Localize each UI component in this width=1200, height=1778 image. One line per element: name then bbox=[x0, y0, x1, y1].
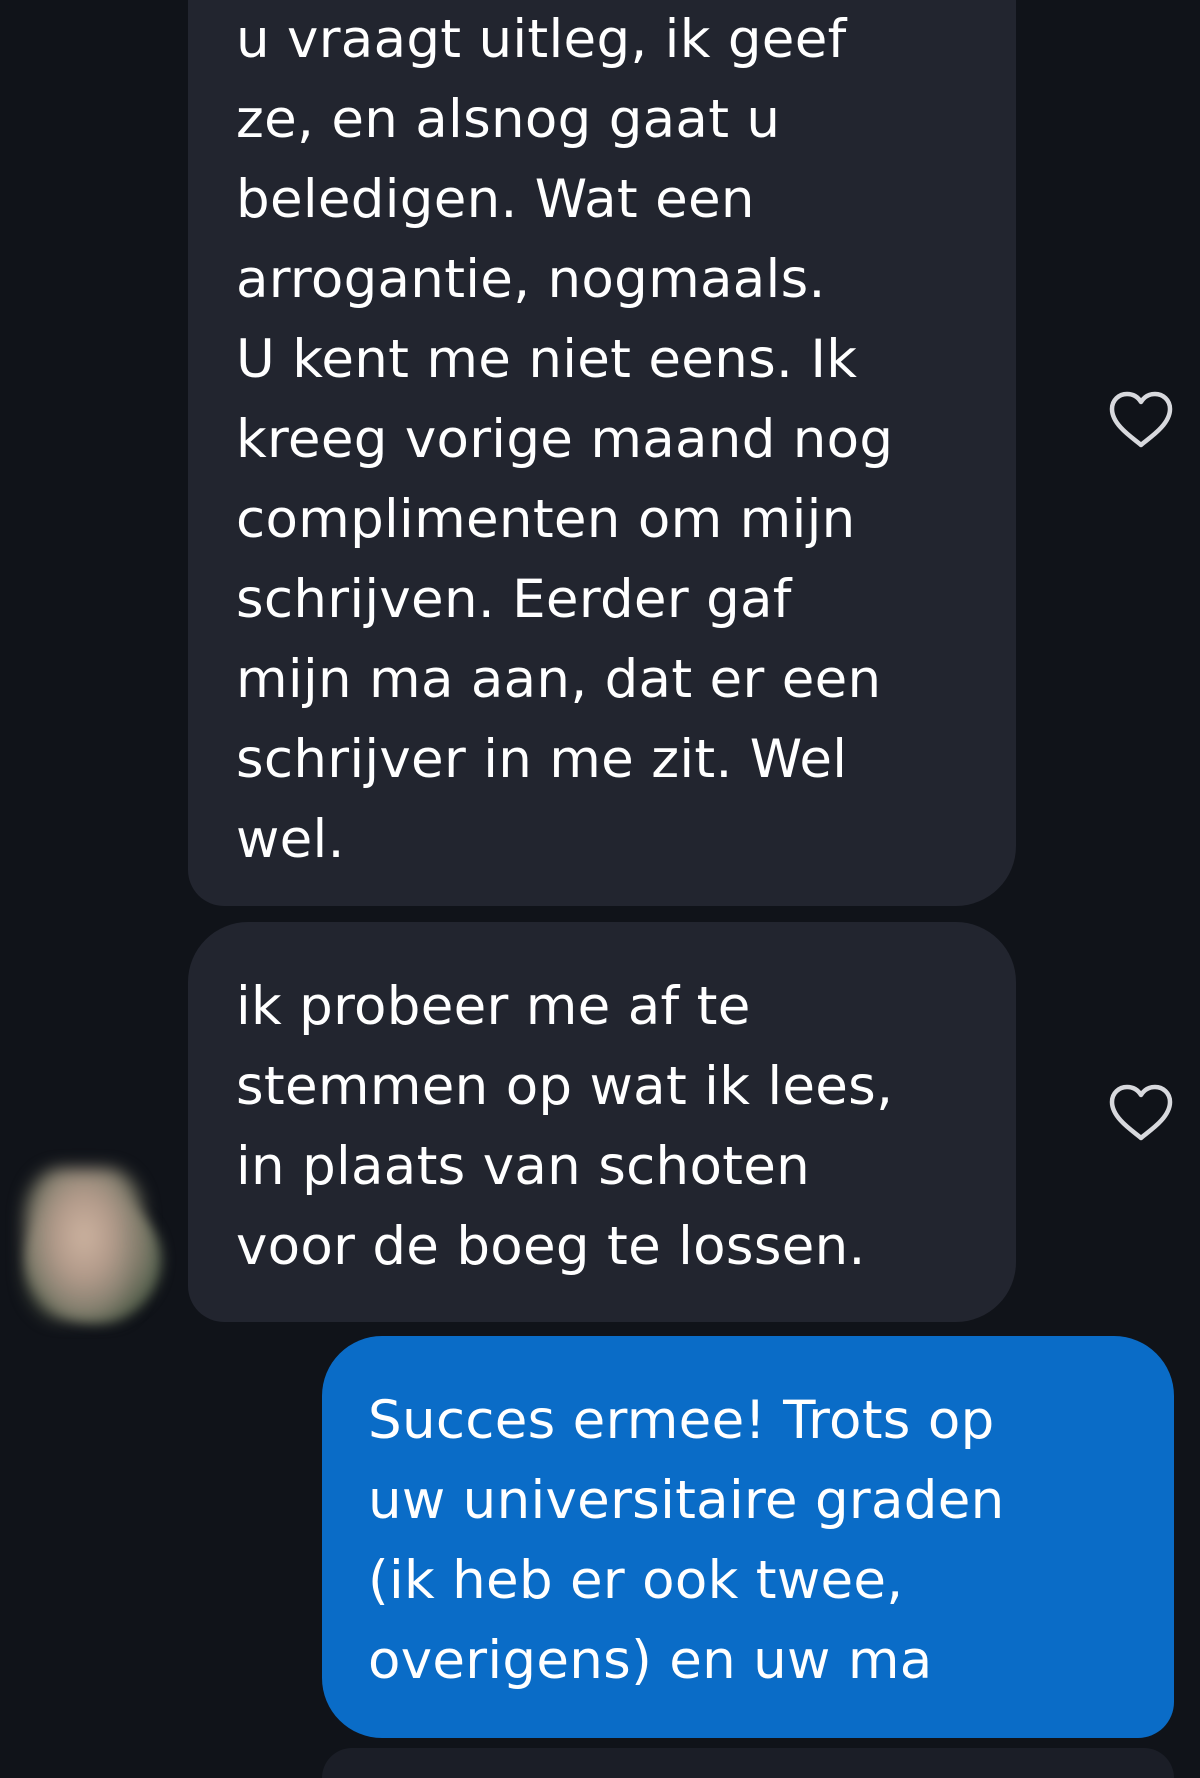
message-line: U kent me niet eens. Ik bbox=[236, 329, 858, 390]
message-line: ik probeer me af te bbox=[236, 976, 751, 1037]
heart-outline-icon[interactable] bbox=[1108, 390, 1174, 450]
message-line: schrijven. Eerder gaf bbox=[236, 569, 792, 630]
message-line: u vraagt uitleg, ik geef bbox=[236, 9, 847, 70]
message-line: complimenten om mijn bbox=[236, 489, 856, 550]
message-line: (ik heb er ook twee, bbox=[368, 1550, 904, 1611]
message-line: beledigen. Wat een bbox=[236, 169, 755, 230]
message-line: arrogantie, nogmaals. bbox=[236, 249, 826, 310]
message-text: ik probeer me af te stemmen op wat ik le… bbox=[236, 967, 893, 1287]
message-line: ze, en alsnog gaat u bbox=[236, 89, 781, 150]
message-text: u vraagt uitleg, ik geef ze, en alsnog g… bbox=[236, 0, 893, 880]
message-line: kreeg vorige maand nog bbox=[236, 409, 894, 470]
message-line: uw universitaire graden bbox=[368, 1470, 1005, 1531]
heart-outline-icon bbox=[1109, 1084, 1173, 1141]
message-line: overigens) en uw ma bbox=[368, 1630, 933, 1691]
message-text: Succes ermee! Trots op uw universitaire … bbox=[368, 1381, 1005, 1701]
message-line: stemmen op wat ik lees, bbox=[236, 1056, 894, 1117]
message-line: schrijver in me zit. Wel bbox=[236, 729, 848, 790]
message-line: voor de boeg te lossen. bbox=[236, 1216, 866, 1277]
incoming-message-bubble[interactable]: ik probeer me af te stemmen op wat ik le… bbox=[188, 922, 1016, 1322]
heart-outline-icon[interactable] bbox=[1108, 1083, 1174, 1143]
message-line: in plaats van schoten bbox=[236, 1136, 811, 1197]
message-line: mijn ma aan, dat er een bbox=[236, 649, 882, 710]
outgoing-message-bubble[interactable]: Succes ermee! Trots op uw universitaire … bbox=[322, 1336, 1174, 1738]
message-line: Succes ermee! Trots op bbox=[368, 1390, 995, 1451]
heart-outline-icon bbox=[1109, 391, 1173, 448]
next-message-bubble-edge bbox=[322, 1748, 1174, 1778]
avatar-blur bbox=[24, 1168, 144, 1320]
message-line: wel. bbox=[236, 809, 345, 870]
incoming-message-bubble[interactable]: u vraagt uitleg, ik geef ze, en alsnog g… bbox=[188, 0, 1016, 906]
